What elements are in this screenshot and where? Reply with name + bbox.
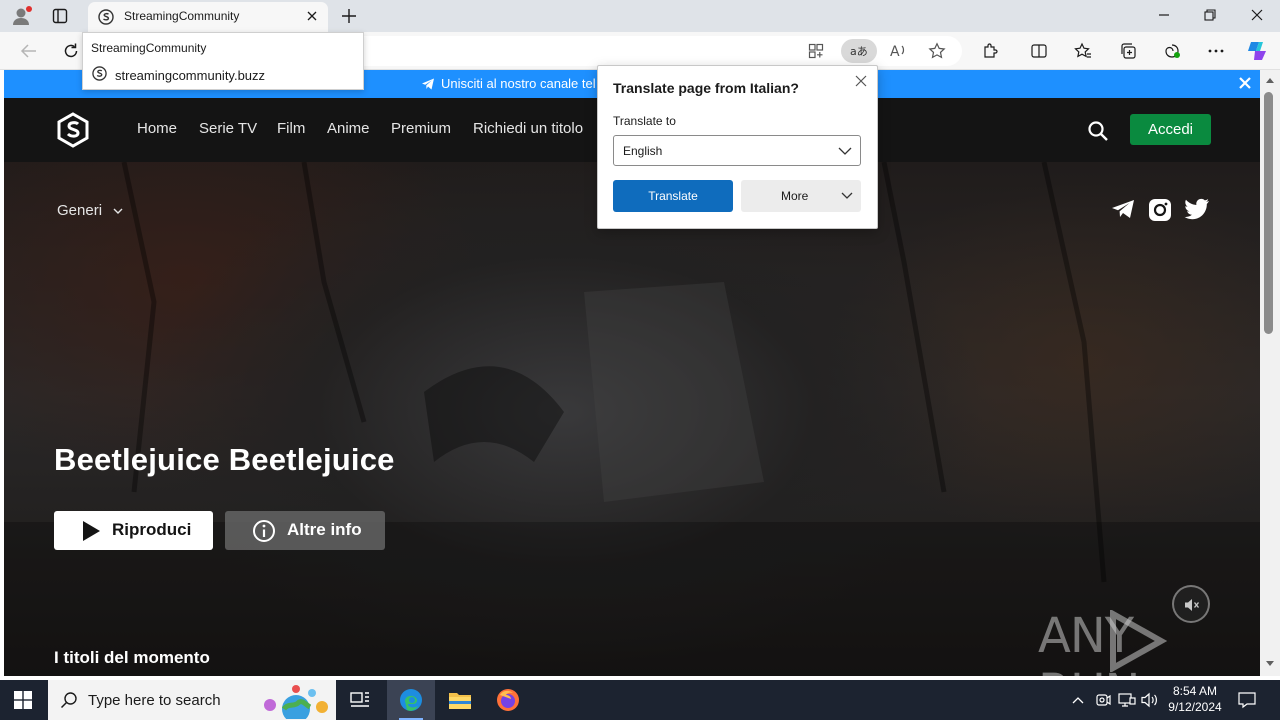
nav-link-film[interactable]: Film <box>277 120 305 137</box>
play-icon <box>81 520 101 542</box>
browser-essentials-icon[interactable] <box>1163 42 1181 60</box>
clock-time: 8:54 AM <box>1172 684 1218 698</box>
tab-title: StreamingCommunity <box>124 9 240 23</box>
login-button[interactable]: Accedi <box>1130 114 1211 145</box>
translate-close-icon[interactable] <box>854 74 868 88</box>
site-favicon-icon <box>98 9 114 25</box>
anyrun-logo-icon <box>1107 610 1167 672</box>
genres-dropdown[interactable]: Generi <box>57 202 102 219</box>
browser-tab-strip: StreamingCommunity <box>0 0 1280 32</box>
translate-to-label: Translate to <box>613 114 676 128</box>
more-info-label: Altre info <box>287 520 362 539</box>
telegram-icon <box>421 77 435 91</box>
browser-tab[interactable]: StreamingCommunity <box>88 2 328 32</box>
refresh-icon[interactable] <box>62 42 80 60</box>
scroll-down-icon[interactable] <box>1265 660 1275 668</box>
instagram-icon[interactable] <box>1148 198 1172 222</box>
window-close-icon[interactable] <box>1250 8 1264 22</box>
nav-link-anime[interactable]: Anime <box>327 120 370 137</box>
more-info-button[interactable]: Altre info <box>225 511 385 550</box>
svg-text:A: A <box>890 44 900 60</box>
banner-text: Unisciti al nostro canale tel <box>441 76 596 91</box>
info-icon <box>252 519 276 543</box>
search-icon <box>60 692 77 709</box>
collections-icon[interactable] <box>1119 42 1137 60</box>
chevron-down-icon <box>841 192 853 199</box>
play-button-label: Riproduci <box>112 520 192 539</box>
play-button[interactable]: Riproduci <box>54 511 213 550</box>
back-icon[interactable] <box>20 42 38 60</box>
app-available-icon[interactable] <box>808 43 824 59</box>
hero-image <box>4 162 1260 676</box>
taskbar-search-box[interactable]: Type here to search <box>48 680 336 720</box>
profile-icon[interactable] <box>12 6 34 26</box>
nav-link-request-title[interactable]: Richiedi un titolo <box>473 120 583 137</box>
new-tab-icon[interactable] <box>340 7 358 25</box>
site-logo-icon[interactable] <box>56 112 90 148</box>
read-aloud-icon[interactable]: A <box>890 42 908 60</box>
firefox-icon <box>497 689 519 711</box>
notifications-icon[interactable] <box>1238 691 1256 709</box>
nav-link-home[interactable]: Home <box>137 120 177 137</box>
translate-heading: Translate page from Italian? <box>613 80 799 96</box>
tray-chevron-up-icon[interactable] <box>1071 693 1085 707</box>
trending-section-title: I titoli del momento <box>54 648 210 667</box>
windows-taskbar: Type here to search 8:54 AM 9/12/2024 <box>0 680 1280 720</box>
telegram-social-icon[interactable] <box>1111 198 1135 220</box>
copilot-icon[interactable] <box>1245 40 1269 62</box>
translate-popup: Translate page from Italian? Translate t… <box>597 65 878 229</box>
restore-icon[interactable] <box>1203 8 1217 22</box>
split-screen-icon[interactable] <box>1030 42 1048 60</box>
more-options-label: More <box>781 189 809 203</box>
nav-link-premium[interactable]: Premium <box>391 120 451 137</box>
banner-close-icon[interactable] <box>1238 76 1252 90</box>
taskbar-clock[interactable]: 8:54 AM 9/12/2024 <box>1162 683 1228 715</box>
taskbar-file-explorer[interactable] <box>435 680 483 720</box>
task-view-icon[interactable] <box>350 691 370 709</box>
more-menu-icon[interactable] <box>1207 42 1225 60</box>
tab-actions-icon[interactable] <box>52 8 68 24</box>
translate-button[interactable]: Translate <box>613 180 733 212</box>
taskbar-edge[interactable] <box>387 680 435 720</box>
taskbar-firefox[interactable] <box>484 680 532 720</box>
page-scrollbar[interactable] <box>1260 70 1280 676</box>
nav-link-serie-tv[interactable]: Serie TV <box>199 120 257 137</box>
network-icon[interactable] <box>1118 692 1136 708</box>
omnibox-dropdown: StreamingCommunity streamingcommunity.bu… <box>82 32 364 90</box>
site-favicon-icon <box>92 66 107 81</box>
search-highlight-icon <box>264 685 328 719</box>
meet-now-icon[interactable] <box>1095 692 1111 708</box>
windows-start-icon[interactable] <box>14 691 32 709</box>
scroll-up-icon[interactable] <box>1265 76 1275 84</box>
language-select[interactable]: English <box>613 135 861 166</box>
minimize-icon[interactable] <box>1157 8 1171 22</box>
chevron-down-icon <box>838 147 852 155</box>
twitter-icon[interactable] <box>1184 198 1210 220</box>
chevron-down-icon <box>113 207 123 215</box>
omnibox-suggestion-title[interactable]: StreamingCommunity <box>91 41 206 55</box>
volume-icon[interactable] <box>1141 692 1159 708</box>
hero-backdrop <box>4 162 1260 676</box>
folder-icon <box>449 693 471 709</box>
svg-text:aあ: aあ <box>850 45 868 58</box>
search-icon[interactable] <box>1087 120 1109 142</box>
hero-title: Beetlejuice Beetlejuice <box>54 442 395 477</box>
clock-date: 9/12/2024 <box>1168 700 1222 714</box>
selected-language: English <box>623 144 663 158</box>
translate-icon[interactable]: aあ <box>841 39 877 63</box>
favorite-star-icon[interactable] <box>928 42 946 60</box>
taskbar-search-placeholder: Type here to search <box>88 692 221 709</box>
extensions-icon[interactable] <box>982 42 1000 60</box>
more-options-button[interactable]: More <box>741 180 861 212</box>
favorites-icon[interactable] <box>1074 42 1092 60</box>
scrollbar-thumb[interactable] <box>1264 92 1273 334</box>
edge-browser-icon <box>400 689 422 711</box>
omnibox-suggestion-url[interactable]: streamingcommunity.buzz <box>115 68 265 83</box>
tab-close-icon[interactable] <box>304 8 320 24</box>
